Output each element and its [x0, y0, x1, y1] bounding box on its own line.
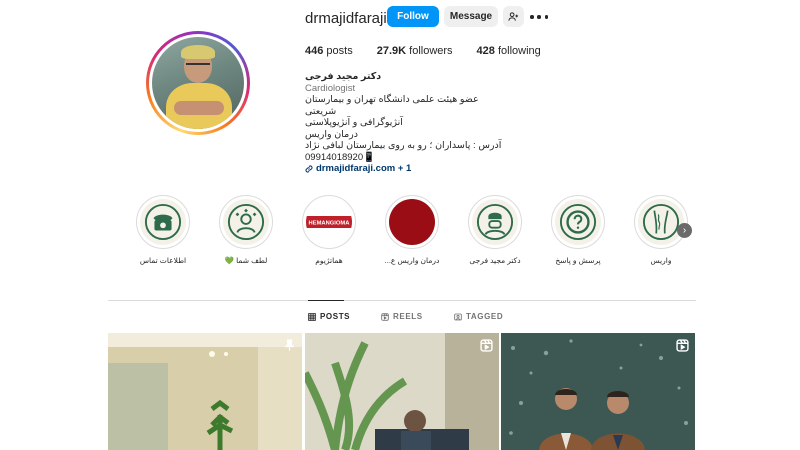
highlight-label: واریس: [650, 256, 672, 265]
highlight-doctor[interactable]: دکتر مجید فرجی: [468, 195, 522, 265]
avatar[interactable]: [152, 37, 244, 129]
highlight-varicose-treatment[interactable]: درمان واریس ع...: [385, 195, 439, 265]
highlight-varicose[interactable]: واریس: [634, 195, 688, 265]
avatar-glasses: [186, 63, 210, 68]
dot-icon: [537, 15, 541, 19]
active-tab-indicator: [308, 300, 344, 301]
highlights-next-button[interactable]: ›: [677, 223, 692, 238]
highlight-ring: [468, 195, 522, 249]
following-label: following: [497, 45, 541, 57]
avatar-cap: [181, 45, 215, 59]
highlight-hemangioma[interactable]: HEMANGIOMA هماتژیوم: [302, 195, 356, 265]
leg-veins-icon: [642, 203, 680, 241]
profile-full-name: دکتر مجید فرجی: [305, 71, 382, 82]
tag-icon: [454, 313, 462, 320]
pin-icon: [284, 339, 295, 351]
highlight-contact[interactable]: اطلاعات تماس: [136, 195, 190, 265]
tabs-divider: [108, 300, 696, 301]
more-options-button[interactable]: [530, 10, 548, 24]
highlight-ring: [219, 195, 273, 249]
post-image: [108, 333, 302, 450]
add-user-icon: [508, 12, 519, 21]
profile-category: Cardiologist: [305, 82, 356, 94]
followers-label: followers: [409, 45, 453, 57]
highlight-ring: [551, 195, 605, 249]
phone-icon: [144, 203, 182, 241]
link-icon: [305, 165, 313, 173]
highlight-qa[interactable]: پرسش و پاسخ: [551, 195, 605, 265]
post-thumbnail[interactable]: [305, 333, 499, 450]
grid-icon: [308, 312, 316, 321]
chevron-right-icon: ›: [682, 225, 687, 236]
posts-stat: 446 posts: [305, 45, 353, 57]
svg-text:HEMANGIOMA: HEMANGIOMA: [309, 221, 351, 227]
suggest-users-button[interactable]: [503, 6, 524, 27]
reel-icon: [480, 339, 493, 352]
highlight-label: پرسش و پاسخ: [555, 256, 601, 265]
profile-username: drmajidfaraji: [305, 10, 387, 27]
highlight-cover: [638, 199, 684, 245]
avatar-frame: [149, 34, 247, 132]
posts-label: posts: [326, 45, 353, 57]
tab-reels[interactable]: REELS: [381, 312, 423, 321]
doctor-mask-icon: [476, 203, 514, 241]
bio-line-3: درمان واریس: [305, 128, 358, 140]
highlight-cover: [555, 199, 601, 245]
following-stat[interactable]: 428 following: [477, 45, 541, 57]
highlight-cover: [389, 199, 435, 245]
profile-stats: 446 posts 27.9K followers 428 following: [305, 45, 565, 57]
bio-phone: 09914018920📱: [305, 151, 375, 163]
hemangioma-badge-icon: HEMANGIOMA: [306, 216, 352, 228]
tab-label: POSTS: [320, 312, 351, 321]
followers-count: 27.9K: [376, 45, 407, 57]
doctor-hearts-icon: [227, 203, 265, 241]
following-count: 428: [476, 45, 495, 57]
profile-bio: دکتر مجید فرجی Cardiologist عضو هیئت علم…: [305, 71, 505, 175]
highlight-ring: [385, 195, 439, 249]
tab-tagged[interactable]: TAGGED: [454, 312, 503, 321]
post-thumbnail[interactable]: [108, 333, 302, 450]
highlight-label: هماتژیوم: [315, 256, 343, 265]
highlight-ring: [136, 195, 190, 249]
dot-icon: [544, 15, 548, 19]
post-image: [305, 333, 499, 450]
bio-link[interactable]: drmajidfaraji.com + 1: [305, 163, 505, 175]
tab-posts[interactable]: POSTS: [308, 312, 350, 321]
highlight-label: دکتر مجید فرجی: [469, 256, 521, 265]
tab-label: REELS: [393, 312, 423, 321]
bio-line-1: عضو هیئت علمی دانشگاه تهران و بیمارستان …: [305, 94, 479, 117]
highlight-ring: HEMANGIOMA: [302, 195, 356, 249]
highlight-label: اطلاعات تماس: [139, 256, 187, 265]
bio-line-2: آنژیوگرافی و آنژیوپلاستی: [305, 117, 403, 128]
bio-link-text: drmajidfaraji.com + 1: [316, 163, 412, 174]
highlight-cover: [223, 199, 269, 245]
highlight-ring: [634, 195, 688, 249]
avatar-arms: [174, 101, 224, 115]
highlight-label: درمان واریس ع...: [384, 256, 440, 265]
follow-button[interactable]: Follow: [387, 6, 439, 27]
bio-line-4: آدرس : پاسداران ؛ رو به روی بیمارستان لب…: [305, 140, 502, 151]
followers-stat[interactable]: 27.9K followers: [377, 45, 453, 57]
highlight-thanks[interactable]: لطف شما 💚: [219, 195, 273, 265]
tab-label: TAGGED: [466, 312, 504, 321]
highlight-cover: [472, 199, 518, 245]
profile-avatar-ring[interactable]: [146, 31, 250, 135]
reels-icon: [381, 312, 389, 321]
posts-count: 446: [305, 45, 324, 57]
message-button[interactable]: Message: [444, 6, 498, 27]
post-image: [501, 333, 695, 450]
post-thumbnail[interactable]: [501, 333, 695, 450]
highlight-cover: [140, 199, 186, 245]
dot-icon: [530, 15, 534, 19]
highlight-label: لطف شما 💚: [224, 256, 268, 265]
question-icon: [559, 203, 597, 241]
highlight-cover: HEMANGIOMA: [306, 199, 352, 245]
reel-icon: [676, 339, 689, 352]
